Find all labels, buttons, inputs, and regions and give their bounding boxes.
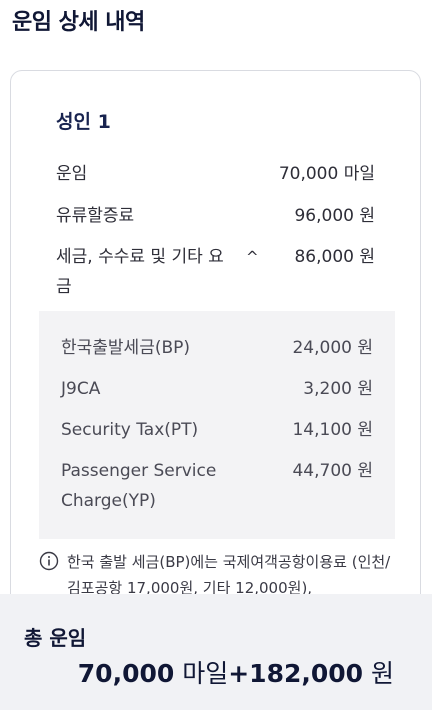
taxes-row[interactable]: 세금, 수수료 및 기타 요금 ^ 86,000 원 <box>56 242 375 302</box>
fare-label: 운임 <box>56 164 88 184</box>
fare-detail-card: 성인 1 운임 70,000 마일 유류할증료 96,000 원 세금, 수수료… <box>10 70 421 670</box>
tax-item-label: Security Tax(PT) <box>61 420 199 440</box>
tax-item-value: 44,700 원 <box>292 461 373 481</box>
total-won: 182,000 <box>249 659 364 688</box>
tax-item-row: 한국출발세금(BP) 24,000 원 <box>61 333 373 363</box>
total-miles-unit: 마일 <box>174 659 229 688</box>
fare-value: 70,000 마일 <box>278 164 375 184</box>
taxes-breakdown-panel: 한국출발세금(BP) 24,000 원 J9CA 3,200 원 Securit… <box>39 311 395 539</box>
collapse-chevron-up-icon[interactable]: ^ <box>246 242 259 272</box>
tax-item-label: J9CA <box>61 379 101 399</box>
total-fare-label: 총 운임 <box>24 626 87 650</box>
tax-item-label: 한국출발세금(BP) <box>61 338 191 358</box>
fuel-surcharge-value: 96,000 원 <box>294 206 375 226</box>
info-icon <box>39 551 59 571</box>
taxes-value: 86,000 원 <box>294 247 375 267</box>
tax-item-value: 24,000 원 <box>292 338 373 358</box>
passenger-type-label: 성인 1 <box>56 111 111 133</box>
page-title: 운임 상세 내역 <box>12 10 145 35</box>
taxes-label: 세금, 수수료 및 기타 요금 <box>56 247 224 297</box>
tax-item-label: Passenger Service Charge(YP) <box>61 461 217 511</box>
tax-item-value: 3,200 원 <box>303 379 373 399</box>
tax-item-row: Passenger Service Charge(YP) 44,700 원 <box>61 456 373 516</box>
total-won-unit: 원 <box>363 659 394 688</box>
total-plus-sign: + <box>228 659 250 688</box>
total-miles: 70,000 <box>77 659 175 688</box>
tax-item-value: 14,100 원 <box>292 420 373 440</box>
tax-item-row: Security Tax(PT) 14,100 원 <box>61 415 373 445</box>
tax-item-row: J9CA 3,200 원 <box>61 374 373 404</box>
fare-row: 운임 70,000 마일 <box>56 159 375 189</box>
total-fare-amount: 70,000 마일+182,000 원 <box>78 654 394 690</box>
total-fare-bar: 총 운임 70,000 마일+182,000 원 <box>0 594 432 710</box>
fuel-surcharge-label: 유류할증료 <box>56 206 135 226</box>
fuel-surcharge-row: 유류할증료 96,000 원 <box>56 201 375 231</box>
